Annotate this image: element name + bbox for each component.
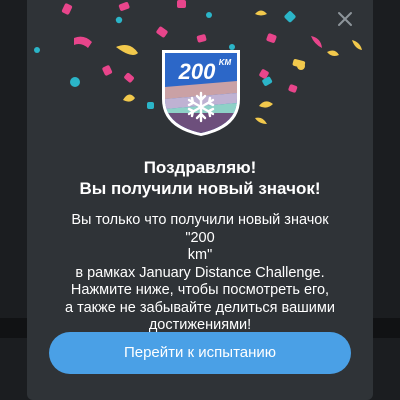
achievement-badge: 200 KM — [162, 50, 240, 136]
dialog-description: Вы только что получили новый значок "200… — [55, 212, 345, 335]
title-line-new-badge: Вы получили новый значок! — [79, 179, 321, 198]
badge-unit: KM — [219, 58, 232, 67]
confetti-piece — [34, 47, 40, 53]
go-to-challenge-button[interactable]: Перейти к испытанию — [49, 332, 351, 374]
description-line: Вы только что получили новый значок "200 — [71, 212, 329, 246]
confetti-piece — [255, 117, 267, 124]
confetti-piece — [102, 65, 113, 76]
confetti-piece — [124, 72, 134, 83]
backdrop-left-edge — [0, 318, 30, 338]
confetti-piece — [115, 16, 123, 24]
description-line: km" — [187, 247, 213, 263]
confetti-piece — [196, 34, 207, 43]
confetti-piece — [311, 36, 322, 48]
confetti-piece — [70, 77, 80, 87]
confetti-piece — [147, 102, 154, 109]
confetti-piece — [118, 2, 130, 11]
confetti-piece — [116, 45, 138, 55]
confetti-piece — [352, 40, 362, 50]
confetti-piece — [284, 11, 296, 23]
description-line: Нажмите ниже, чтобы посмотреть его, — [70, 282, 330, 298]
confetti-piece — [255, 10, 267, 16]
confetti-piece — [297, 62, 305, 70]
description-line: а также не забывайте делиться вашими — [65, 299, 335, 316]
confetti-piece — [327, 50, 339, 56]
confetti-piece — [288, 84, 298, 93]
badge-value: 200 — [178, 59, 216, 84]
close-icon — [338, 12, 352, 26]
confetti-piece — [74, 36, 92, 48]
close-button[interactable] — [335, 11, 355, 31]
confetti-piece — [206, 12, 212, 18]
confetti-piece — [156, 26, 168, 38]
confetti-piece — [266, 33, 277, 43]
description-line: в рамках January Distance Challenge. — [75, 264, 325, 281]
dialog-title: Поздравляю! Вы получили новый значок! — [27, 157, 373, 199]
backdrop-right-edge — [370, 318, 400, 338]
badge-earned-dialog: 200 KM Поздравляю! Вы получили новый зна… — [27, 0, 373, 400]
confetti-piece — [177, 0, 186, 8]
confetti-piece — [259, 101, 273, 108]
confetti-piece — [61, 3, 73, 15]
title-line-congrats: Поздравляю! — [143, 158, 257, 177]
confetti-piece — [123, 94, 135, 102]
